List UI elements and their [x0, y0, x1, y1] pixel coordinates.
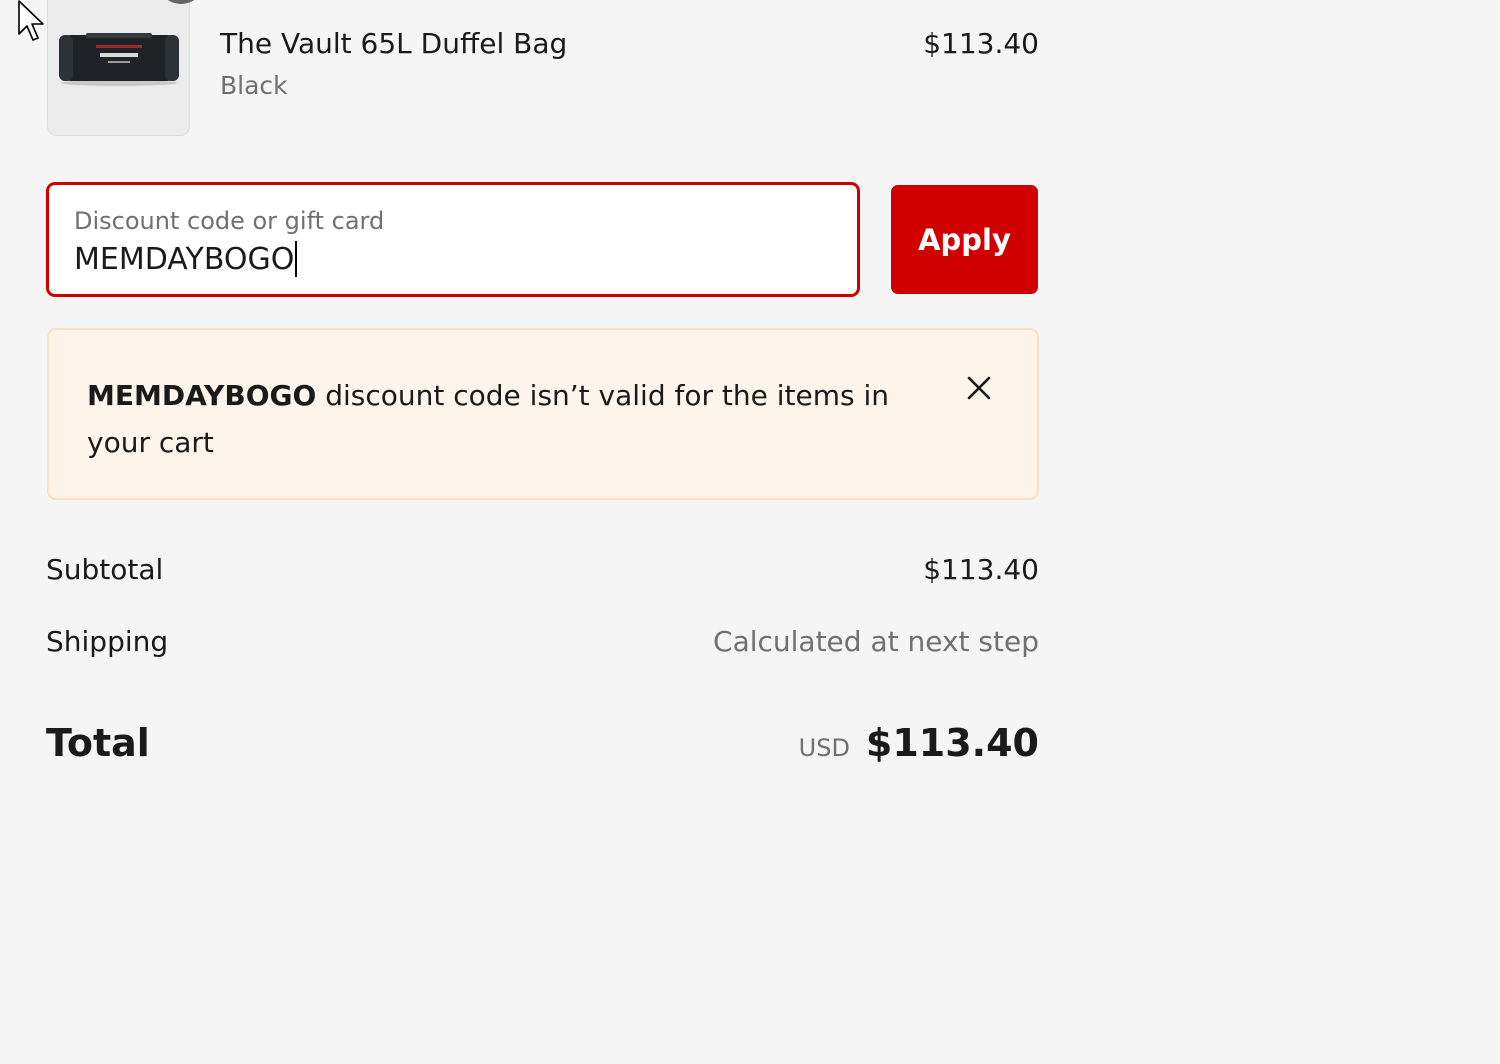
apply-button[interactable]: Apply [891, 185, 1038, 294]
product-name: The Vault 65L Duffel Bag [220, 27, 568, 60]
currency-code: USD [798, 734, 850, 762]
shipping-value: Calculated at next step [713, 625, 1039, 658]
total-value: $113.40 [865, 721, 1039, 765]
discount-code-value: MEMDAYBOGO [74, 241, 295, 277]
product-variant: Black [220, 71, 288, 100]
close-icon[interactable] [961, 370, 997, 406]
duffel-bag-image [59, 33, 179, 86]
discount-error-banner: MEMDAYBOGO discount code isn’t valid for… [47, 328, 1039, 500]
discount-error-message: MEMDAYBOGO discount code isn’t valid for… [87, 372, 907, 466]
cart-line-item: 1 The Vault 65L Duffel Bag Black $113.40 [47, 0, 1039, 136]
subtotal-label: Subtotal [46, 553, 164, 586]
invalid-code: MEMDAYBOGO [87, 379, 317, 412]
subtotal-row: Subtotal $113.40 [46, 553, 1039, 593]
total-amount-group: USD $113.40 [799, 721, 1039, 765]
shipping-label: Shipping [46, 625, 169, 658]
product-price: $113.40 [923, 27, 1039, 60]
checkout-order-summary: 1 The Vault 65L Duffel Bag Black $113.40… [0, 0, 1500, 1064]
discount-code-field[interactable]: Discount code or gift card MEMDAYBOGO [46, 182, 860, 297]
mouse-pointer-icon [18, 0, 44, 41]
quantity-badge: 1 [157, 0, 205, 4]
product-thumbnail: 1 [47, 0, 205, 136]
text-caret [295, 241, 298, 277]
total-label: Total [46, 721, 150, 765]
shipping-row: Shipping Calculated at next step [46, 625, 1039, 665]
total-row: Total USD $113.40 [46, 721, 1039, 773]
subtotal-value: $113.40 [923, 553, 1039, 586]
discount-code-input[interactable]: MEMDAYBOGO [74, 241, 298, 277]
discount-field-label: Discount code or gift card [74, 207, 385, 235]
